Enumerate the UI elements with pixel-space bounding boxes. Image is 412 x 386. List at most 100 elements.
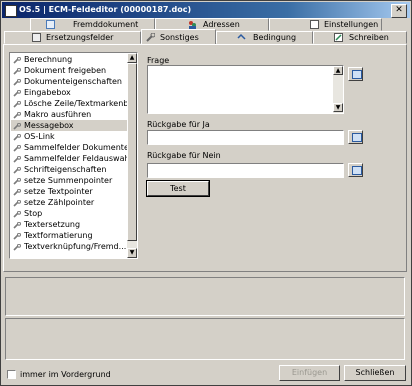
table-icon: [32, 33, 41, 42]
scroll-up-button[interactable]: ▲: [127, 53, 137, 63]
tab-ersetzungsfelder[interactable]: Ersetzungsfelder: [4, 31, 141, 44]
list-item[interactable]: Sammelfelder Dokumententyp: [11, 142, 128, 153]
list-item-label: Makro ausführen: [24, 110, 92, 119]
tab-label: Sonstiges: [160, 33, 199, 42]
scroll-thumb[interactable]: [127, 63, 137, 241]
field-wrench-icon: [13, 243, 21, 251]
tab-bedingung[interactable]: Bedingung: [216, 31, 313, 44]
ja-edit-button[interactable]: [348, 130, 363, 144]
scroll-down-button[interactable]: ▼: [333, 103, 343, 112]
list-item-label: Textverknüpfung/Fremd...: [24, 242, 127, 251]
list-item[interactable]: Sammelfelder Feldauswahl: [11, 153, 128, 164]
field-wrench-icon: [13, 177, 21, 185]
field-wrench-icon: [13, 78, 21, 86]
list-item[interactable]: Textformatierung: [11, 230, 128, 241]
field-wrench-icon: [13, 188, 21, 196]
tab-label: Fremddokument: [73, 20, 139, 29]
field-wrench-icon: [13, 232, 21, 240]
frage-label: Frage: [147, 56, 170, 65]
tab-schreiben[interactable]: Schreiben: [313, 31, 407, 44]
tab-einstellungen[interactable]: Einstellungen: [269, 18, 382, 31]
list-item-label: setze Zählpointer: [24, 198, 95, 207]
list-item-label: Sammelfelder Feldauswahl: [24, 154, 128, 163]
list-item-label: Eingabebox: [24, 88, 71, 97]
list-item[interactable]: Eingabebox: [11, 87, 128, 98]
tab-label: Ersetzungsfelder: [46, 33, 114, 42]
close-window-button[interactable]: ✕: [391, 4, 407, 18]
list-item[interactable]: setze Textpointer: [11, 186, 128, 197]
list-item[interactable]: Dokumenteigenschaften: [11, 76, 128, 87]
tab-label: Bedingung: [253, 33, 297, 42]
list-item[interactable]: Berechnung: [11, 54, 128, 65]
frage-scrollbar[interactable]: ▲ ▼: [333, 66, 343, 113]
list-item[interactable]: setze Summenpointer: [11, 175, 128, 186]
field-wrench-icon: [13, 122, 21, 130]
wrench-icon: [146, 32, 156, 42]
list-item-label: Stop: [24, 209, 43, 218]
field-wrench-icon: [13, 199, 21, 207]
list-item[interactable]: Stop: [11, 208, 128, 219]
list-item-label: Schrifteigenschaften: [24, 165, 107, 174]
window-icon: [352, 166, 362, 175]
ja-label: Rückgabe für Ja: [147, 120, 210, 129]
nein-label: Rückgabe für Nein: [147, 151, 221, 160]
close-button[interactable]: Schließen: [344, 365, 406, 381]
list-item[interactable]: setze Zählpointer: [11, 197, 128, 208]
list-item-label: Textersetzung: [24, 220, 81, 229]
list-item-label: Lösche Zeile/Textmarkenbe...: [24, 99, 128, 108]
list-item-label: Textformatierung: [24, 231, 93, 240]
ja-input[interactable]: [147, 130, 344, 145]
list-item[interactable]: Textersetzung: [11, 219, 128, 230]
field-wrench-icon: [13, 155, 21, 163]
field-type-list[interactable]: Berechnung Dokument freigeben Dokumenteige…: [9, 52, 138, 259]
list-item[interactable]: Schrifteigenschaften: [11, 164, 128, 175]
field-wrench-icon: [13, 111, 21, 119]
list-item[interactable]: OS-Link: [11, 131, 128, 142]
tab-label: Einstellungen: [324, 20, 379, 29]
list-item[interactable]: Messagebox: [11, 120, 128, 131]
test-button[interactable]: Test: [146, 180, 210, 197]
message-area: [5, 318, 405, 360]
field-wrench-icon: [13, 100, 21, 108]
list-item-label: setze Textpointer: [24, 187, 93, 196]
list-item[interactable]: Textverknüpfung/Fremd...: [11, 241, 128, 252]
title-bar[interactable]: OS.5 | ECM-Feldeditor (00000187.doc) ✕: [2, 2, 410, 18]
field-wrench-icon: [13, 56, 21, 64]
field-wrench-icon: [13, 166, 21, 174]
tab-fremddokument[interactable]: Fremddokument: [30, 18, 155, 31]
pencil-icon: [334, 33, 343, 42]
window-icon: [352, 133, 362, 142]
field-wrench-icon: [13, 221, 21, 229]
always-on-top-label: immer im Vordergrund: [20, 370, 111, 379]
window-icon: [352, 70, 362, 79]
scroll-up-button[interactable]: ▲: [333, 66, 343, 75]
tab-sonstiges[interactable]: Sonstiges: [141, 29, 216, 44]
field-wrench-icon: [13, 210, 21, 218]
window-title: OS.5 | ECM-Feldeditor (00000187.doc): [19, 5, 192, 14]
always-on-top-checkbox[interactable]: [7, 370, 16, 379]
frage-textarea[interactable]: [147, 65, 344, 114]
settings-sheet-icon: [310, 20, 319, 29]
field-wrench-icon: [13, 67, 21, 75]
tab-label: Schreiben: [349, 33, 389, 42]
list-item-label: OS-Link: [24, 132, 55, 141]
list-item-label: Dokument freigeben: [24, 66, 107, 75]
nein-input[interactable]: [147, 163, 344, 178]
list-item[interactable]: Dokument freigeben: [11, 65, 128, 76]
field-wrench-icon: [13, 133, 21, 141]
info-area: [5, 277, 405, 316]
list-scrollbar[interactable]: ▲ ▼: [127, 53, 137, 258]
address-book-icon: [188, 20, 197, 29]
condition-icon: [237, 33, 246, 42]
list-item-label: Dokumenteigenschaften: [24, 77, 122, 86]
list-item-label: Sammelfelder Dokumententyp: [24, 143, 128, 152]
document-icon: [46, 20, 55, 29]
nein-edit-button[interactable]: [348, 163, 363, 177]
list-item-label: Berechnung: [24, 55, 73, 64]
insert-button[interactable]: Einfügen: [279, 365, 340, 381]
frage-edit-button[interactable]: [348, 67, 363, 81]
field-wrench-icon: [13, 89, 21, 97]
list-item[interactable]: Makro ausführen: [11, 109, 128, 120]
list-item[interactable]: Lösche Zeile/Textmarkenbe...: [11, 98, 128, 109]
scroll-down-button[interactable]: ▼: [127, 248, 137, 258]
